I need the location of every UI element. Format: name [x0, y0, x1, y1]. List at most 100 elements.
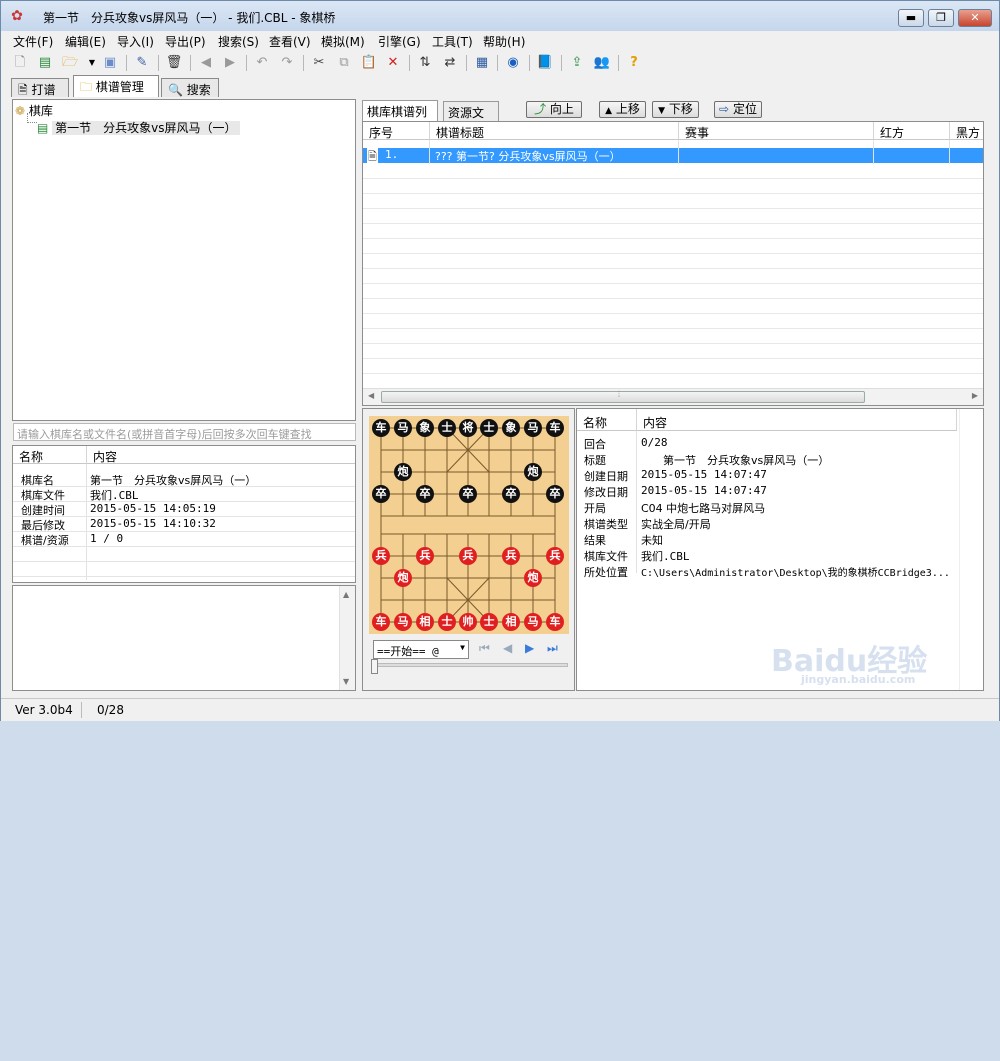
up-directory-button[interactable]: ⤴ 向上 — [526, 101, 582, 118]
column-header-black[interactable]: 黑方 — [950, 122, 983, 140]
menu-simulate[interactable]: 模拟(M) — [321, 33, 365, 50]
tab-search[interactable]: 🔍 搜索 — [161, 78, 219, 97]
move-select[interactable]: ==开始== @ ▼ — [373, 640, 469, 659]
library-search-input[interactable]: 请输入棋库名或文件名(或拼音首字母)后回按多次回车键查找 — [13, 423, 356, 441]
open-folder-icon[interactable]: 🗁 — [61, 54, 79, 72]
tab-play[interactable]: 🗎 打谱 — [11, 78, 69, 97]
table-view-icon[interactable]: ▦ — [473, 54, 491, 72]
tree-item-selected[interactable]: ▤ 第一节 分兵攻象vs屏风马（一） — [37, 119, 240, 136]
delete-x-icon[interactable]: ✕ — [384, 54, 402, 72]
first-move-icon[interactable]: ⏮ — [479, 641, 490, 656]
column-header-index[interactable]: 序号 — [363, 122, 430, 140]
red-chariot[interactable]: 车 — [372, 613, 390, 631]
save-icon[interactable]: ▣ — [101, 54, 119, 72]
menu-view[interactable]: 查看(V) — [269, 33, 311, 50]
red-cannon[interactable]: 炮 — [394, 569, 412, 587]
black-pawn[interactable]: 卒 — [459, 485, 477, 503]
move-up-button[interactable]: ▲ 上移 — [599, 101, 646, 118]
help-question-icon[interactable]: ? — [625, 54, 643, 72]
black-horse[interactable]: 马 — [394, 419, 412, 437]
black-advisor[interactable]: 士 — [438, 419, 456, 437]
black-pawn[interactable]: 卒 — [416, 485, 434, 503]
dropdown-arrow-icon[interactable]: ▼ — [83, 54, 101, 72]
minimize-button[interactable]: ▬ — [898, 9, 924, 27]
red-pawn[interactable]: 兵 — [546, 547, 564, 565]
red-elephant[interactable]: 相 — [502, 613, 520, 631]
tab-library-manage[interactable]: 🗀 棋谱管理 — [73, 75, 159, 97]
menu-edit[interactable]: 编辑(E) — [65, 33, 106, 50]
red-horse[interactable]: 马 — [524, 613, 542, 631]
red-pawn[interactable]: 兵 — [416, 547, 434, 565]
black-general[interactable]: 将 — [459, 419, 477, 437]
column-header-event[interactable]: 赛事 — [679, 122, 874, 140]
info-scroll-area[interactable] — [959, 409, 983, 690]
move-slider-track[interactable] — [373, 663, 568, 667]
xiangqi-board[interactable]: 车 马 象 士 将 士 象 马 车 炮 炮 卒 卒 卒 卒 卒 兵 兵 兵 兵 … — [369, 416, 569, 634]
move-down-button[interactable]: ▼ 下移 — [652, 101, 699, 118]
delete-trash-icon[interactable]: 🗑 — [165, 54, 183, 72]
black-pawn[interactable]: 卒 — [372, 485, 390, 503]
play-circle-icon[interactable]: ◉ — [504, 54, 522, 72]
back-icon[interactable]: ◀ — [197, 54, 215, 72]
memo-scrollbar[interactable]: ▲ ▼ — [339, 586, 355, 690]
black-chariot[interactable]: 车 — [546, 419, 564, 437]
scroll-thumb[interactable]: ⦙ — [381, 390, 865, 403]
menu-import[interactable]: 导入(I) — [117, 33, 154, 50]
scroll-down-icon[interactable]: ▼ — [343, 677, 349, 686]
red-pawn[interactable]: 兵 — [372, 547, 390, 565]
menu-engine[interactable]: 引擎(G) — [378, 33, 421, 50]
cut-icon[interactable]: ✂ — [310, 54, 328, 72]
red-pawn[interactable]: 兵 — [459, 547, 477, 565]
red-chariot[interactable]: 车 — [546, 613, 564, 631]
users-icon[interactable]: 👥 — [593, 54, 611, 72]
title-bar[interactable]: ✿ 第一节 分兵攻象vs屏风马（一） - 我们.CBL - 象棋桥 ▬ ❐ ✕ — [1, 1, 999, 31]
library-book-icon[interactable]: 📘 — [536, 54, 554, 72]
paste-icon[interactable]: 📋 — [360, 54, 378, 72]
red-advisor[interactable]: 士 — [438, 613, 456, 631]
prev-move-icon[interactable]: ◀ — [503, 641, 512, 655]
game-row-selected[interactable]: 🗎 1. ??? 第一节? 分兵攻象vs屏风马（一） — [363, 148, 983, 167]
black-cannon[interactable]: 炮 — [394, 463, 412, 481]
scroll-right-icon[interactable]: ▶ — [972, 391, 978, 400]
copy-icon[interactable]: ⧉ — [335, 54, 353, 72]
black-pawn[interactable]: 卒 — [502, 485, 520, 503]
menu-help[interactable]: 帮助(H) — [483, 33, 525, 50]
scroll-left-icon[interactable]: ◀ — [368, 391, 374, 400]
menu-search[interactable]: 搜索(S) — [218, 33, 259, 50]
close-button[interactable]: ✕ — [958, 9, 992, 27]
horizontal-scrollbar[interactable]: ◀ ⦙ ▶ — [363, 388, 983, 405]
locate-button[interactable]: ⇨ 定位 — [714, 101, 762, 118]
red-elephant[interactable]: 相 — [416, 613, 434, 631]
tab-resource-files[interactable]: 资源文件 — [443, 101, 499, 137]
red-advisor[interactable]: 士 — [480, 613, 498, 631]
black-cannon[interactable]: 炮 — [524, 463, 542, 481]
scroll-up-icon[interactable]: ▲ — [343, 590, 349, 599]
menu-file[interactable]: 文件(F) — [13, 33, 53, 50]
new-file-icon[interactable]: 🗋 — [11, 54, 29, 72]
edit-doc-icon[interactable]: ✎ — [133, 54, 151, 72]
menu-export[interactable]: 导出(P) — [165, 33, 206, 50]
column-header-red[interactable]: 红方 — [874, 122, 950, 140]
forward-icon[interactable]: ▶ — [221, 54, 239, 72]
red-general[interactable]: 帅 — [459, 613, 477, 631]
column-header-title[interactable]: 棋谱标题 — [430, 122, 679, 140]
last-move-icon[interactable]: ⏭ — [547, 641, 558, 656]
black-pawn[interactable]: 卒 — [546, 485, 564, 503]
black-elephant[interactable]: 象 — [502, 419, 520, 437]
next-move-icon[interactable]: ▶ — [525, 641, 534, 655]
black-horse[interactable]: 马 — [524, 419, 542, 437]
undo-icon[interactable]: ↶ — [253, 54, 271, 72]
upload-icon[interactable]: ⇪ — [568, 54, 586, 72]
black-elephant[interactable]: 象 — [416, 419, 434, 437]
red-pawn[interactable]: 兵 — [502, 547, 520, 565]
sort-vertical-icon[interactable]: ⇅ — [416, 54, 434, 72]
black-advisor[interactable]: 士 — [480, 419, 498, 437]
maximize-button[interactable]: ❐ — [928, 9, 954, 27]
black-chariot[interactable]: 车 — [372, 419, 390, 437]
swap-horizontal-icon[interactable]: ⇄ — [441, 54, 459, 72]
red-horse[interactable]: 马 — [394, 613, 412, 631]
dropdown-arrow-icon[interactable]: ▼ — [460, 643, 465, 652]
menu-tools[interactable]: 工具(T) — [432, 33, 473, 50]
memo-area[interactable]: ▲ ▼ — [12, 585, 356, 691]
tab-game-list[interactable]: 棋库棋谱列表 — [362, 100, 438, 136]
